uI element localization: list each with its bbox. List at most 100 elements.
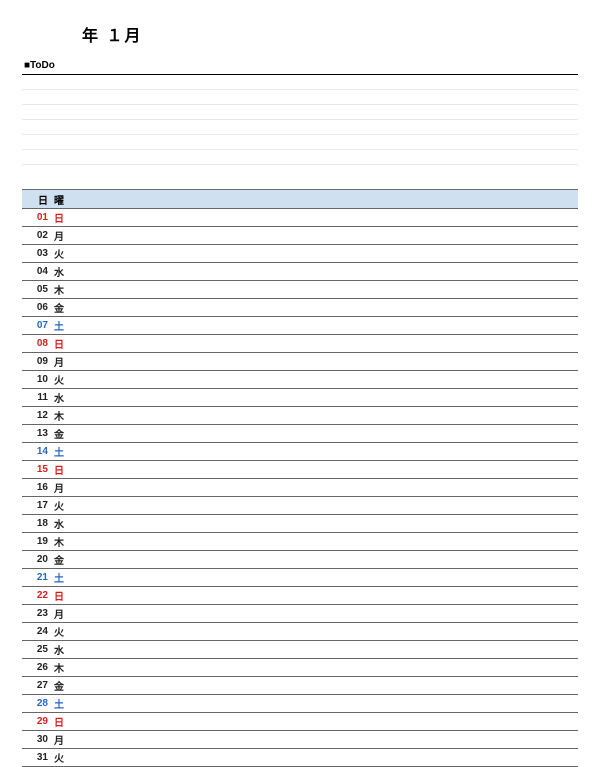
- calendar-row: 16月: [22, 479, 578, 497]
- day-note: [72, 677, 578, 695]
- day-note: [72, 731, 578, 749]
- day-number: 15: [22, 461, 50, 479]
- calendar-row: 31火: [22, 749, 578, 767]
- day-number: 25: [22, 641, 50, 659]
- day-of-week: 火: [50, 245, 72, 263]
- day-of-week: 月: [50, 479, 72, 497]
- calendar-row: 13金: [22, 425, 578, 443]
- day-of-week: 木: [50, 407, 72, 425]
- day-of-week: 水: [50, 389, 72, 407]
- day-note: [72, 749, 578, 767]
- calendar-row: 20金: [22, 551, 578, 569]
- day-of-week: 日: [50, 335, 72, 353]
- day-note: [72, 461, 578, 479]
- day-number: 10: [22, 371, 50, 389]
- day-of-week: 水: [50, 263, 72, 281]
- calendar-row: 08日: [22, 335, 578, 353]
- day-of-week: 土: [50, 569, 72, 587]
- calendar-row: 14土: [22, 443, 578, 461]
- todo-line: [22, 75, 578, 90]
- calendar-row: 10火: [22, 371, 578, 389]
- day-of-week: 木: [50, 533, 72, 551]
- day-number: 05: [22, 281, 50, 299]
- day-of-week: 木: [50, 281, 72, 299]
- calendar-row: 22日: [22, 587, 578, 605]
- day-of-week: 日: [50, 209, 72, 227]
- day-note: [72, 245, 578, 263]
- day-number: 16: [22, 479, 50, 497]
- day-note: [72, 713, 578, 731]
- calendar-row: 24火: [22, 623, 578, 641]
- todo-line: [22, 150, 578, 165]
- day-of-week: 土: [50, 695, 72, 713]
- day-number: 30: [22, 731, 50, 749]
- day-number: 19: [22, 533, 50, 551]
- calendar-row: 28土: [22, 695, 578, 713]
- col-header-dow: 曜: [50, 190, 72, 209]
- day-number: 20: [22, 551, 50, 569]
- day-number: 17: [22, 497, 50, 515]
- day-note: [72, 605, 578, 623]
- day-of-week: 月: [50, 731, 72, 749]
- calendar-row: 06金: [22, 299, 578, 317]
- col-header-note: [72, 190, 578, 209]
- calendar-row: 21土: [22, 569, 578, 587]
- day-of-week: 金: [50, 551, 72, 569]
- day-of-week: 水: [50, 641, 72, 659]
- day-note: [72, 641, 578, 659]
- day-note: [72, 497, 578, 515]
- section-gap: [22, 165, 578, 189]
- day-number: 29: [22, 713, 50, 731]
- calendar-row: 26木: [22, 659, 578, 677]
- col-header-day: 日: [22, 190, 50, 209]
- calendar-row: 27金: [22, 677, 578, 695]
- day-note: [72, 569, 578, 587]
- calendar-row: 18水: [22, 515, 578, 533]
- calendar-row: 03火: [22, 245, 578, 263]
- day-number: 21: [22, 569, 50, 587]
- todo-lines-block: [22, 74, 578, 165]
- day-of-week: 火: [50, 623, 72, 641]
- day-of-week: 日: [50, 461, 72, 479]
- day-number: 18: [22, 515, 50, 533]
- day-number: 27: [22, 677, 50, 695]
- page-title: 年 １月: [82, 22, 578, 46]
- day-note: [72, 425, 578, 443]
- day-of-week: 土: [50, 317, 72, 335]
- day-number: 01: [22, 209, 50, 227]
- calendar-row: 30月: [22, 731, 578, 749]
- day-of-week: 火: [50, 497, 72, 515]
- todo-section-label: ■ToDo: [22, 60, 578, 71]
- day-number: 24: [22, 623, 50, 641]
- day-number: 14: [22, 443, 50, 461]
- day-of-week: 月: [50, 605, 72, 623]
- todo-line: [22, 135, 578, 150]
- day-note: [72, 515, 578, 533]
- calendar-row: 17火: [22, 497, 578, 515]
- day-of-week: 月: [50, 353, 72, 371]
- day-note: [72, 281, 578, 299]
- calendar-row: 23月: [22, 605, 578, 623]
- day-of-week: 金: [50, 677, 72, 695]
- day-note: [72, 389, 578, 407]
- todo-line: [22, 90, 578, 105]
- day-note: [72, 227, 578, 245]
- day-number: 03: [22, 245, 50, 263]
- day-number: 07: [22, 317, 50, 335]
- day-note: [72, 695, 578, 713]
- calendar-row: 29日: [22, 713, 578, 731]
- calendar-row: 05木: [22, 281, 578, 299]
- calendar-row: 09月: [22, 353, 578, 371]
- day-note: [72, 551, 578, 569]
- day-of-week: 金: [50, 425, 72, 443]
- day-note: [72, 623, 578, 641]
- day-of-week: 月: [50, 227, 72, 245]
- day-number: 22: [22, 587, 50, 605]
- day-note: [72, 317, 578, 335]
- day-number: 08: [22, 335, 50, 353]
- calendar-row: 04水: [22, 263, 578, 281]
- day-note: [72, 353, 578, 371]
- day-of-week: 火: [50, 371, 72, 389]
- day-number: 04: [22, 263, 50, 281]
- day-note: [72, 335, 578, 353]
